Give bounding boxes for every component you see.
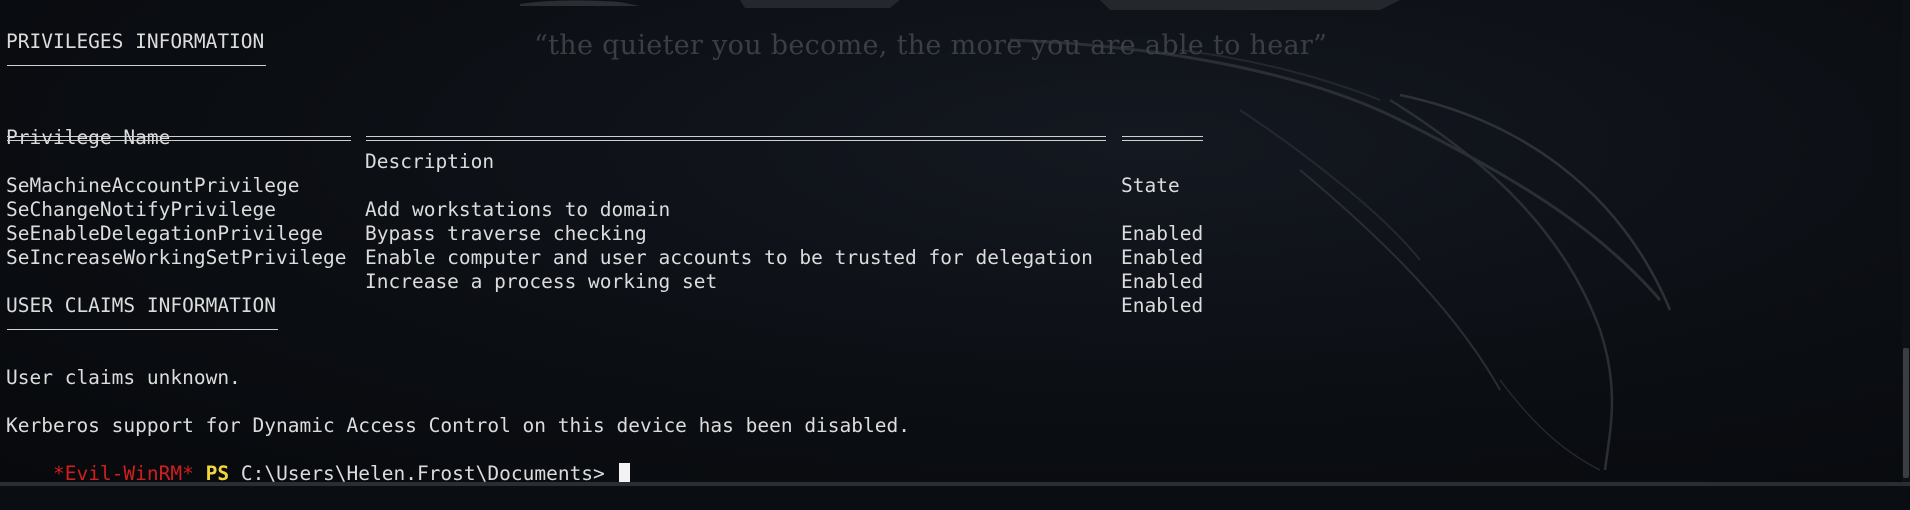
privileges-heading: PRIVILEGES INFORMATION [6, 30, 265, 53]
privileges-heading-underline [7, 65, 266, 66]
claims-heading: USER CLAIMS INFORMATION [6, 294, 277, 317]
privilege-state: Enabled [1121, 246, 1204, 269]
table-row: SeIncreaseWorkingSetPrivilege Increase a… [0, 222, 1300, 317]
scrollbar-track[interactable] [1902, 0, 1910, 486]
privilege-description: Increase a process working set [365, 270, 718, 293]
bottom-border [0, 482, 1910, 486]
command-prompt[interactable]: *Evil-WinRM* PS C:\Users\Helen.Frost\Doc… [6, 438, 630, 485]
claims-heading-underline [7, 329, 278, 330]
motto-text: “the quieter you become, the more you ar… [534, 30, 1328, 61]
privilege-name-separator [7, 136, 351, 141]
description-separator [366, 136, 1106, 141]
privilege-state: Enabled [1121, 294, 1204, 317]
text-cursor[interactable] [618, 463, 630, 484]
table-row: SeMachineAccountPrivilege Add workstatio… [0, 150, 1300, 245]
table-row: SeChangeNotifyPrivilege Bypass traverse … [0, 174, 1300, 269]
state-separator [1122, 136, 1203, 141]
terminal-window[interactable]: “the quieter you become, the more you ar… [0, 0, 1910, 486]
privilege-name: SeIncreaseWorkingSetPrivilege [6, 246, 347, 269]
privilege-state: Enabled [1121, 270, 1204, 293]
scrollbar-thumb[interactable] [1903, 348, 1909, 478]
kerberos-message: Kerberos support for Dynamic Access Cont… [6, 414, 910, 437]
privileges-table-header: Privilege Name Description State [0, 102, 1300, 197]
claims-message: User claims unknown. [6, 366, 241, 389]
table-row: SeEnableDelegationPrivilege Enable compu… [0, 198, 1300, 293]
privilege-description: Enable computer and user accounts to be … [365, 246, 1093, 269]
